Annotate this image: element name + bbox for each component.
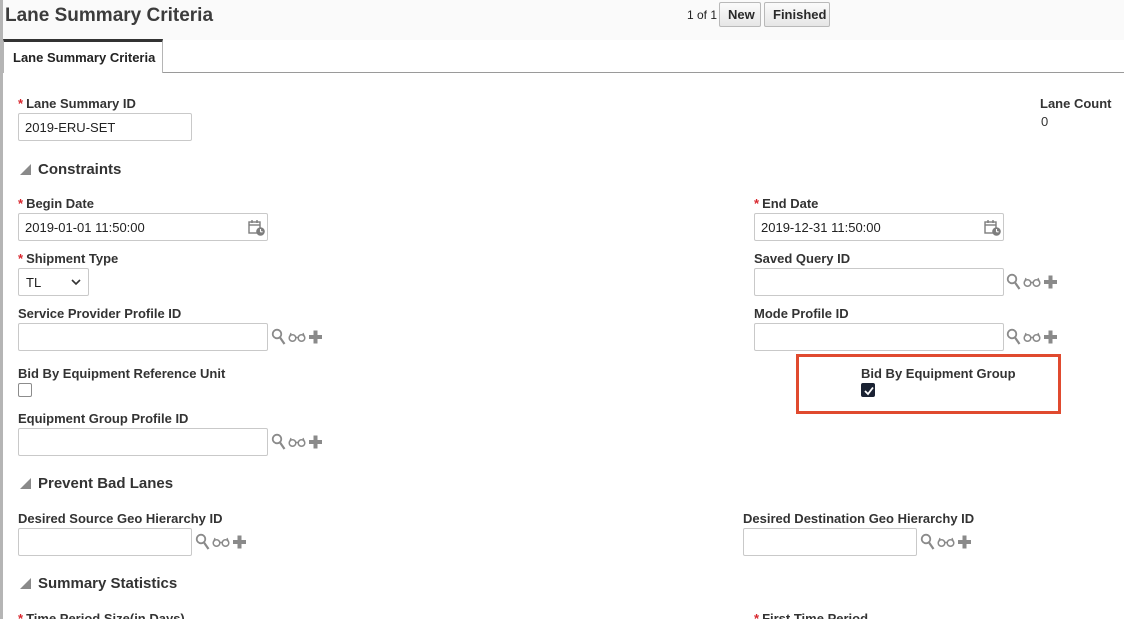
tab-lane-summary-criteria[interactable]: Lane Summary Criteria <box>3 39 163 73</box>
plus-icon[interactable] <box>308 328 323 346</box>
shipment-type-label: * Shipment Type <box>18 251 119 266</box>
highlight-box <box>796 354 1061 414</box>
desired-destination-geo-hierarchy-id-input[interactable] <box>743 528 917 556</box>
required-marker: * <box>754 611 760 619</box>
bid-by-equipment-reference-unit-checkbox[interactable] <box>18 383 32 397</box>
plus-icon[interactable] <box>232 533 247 551</box>
shipment-type-value: TL <box>26 275 42 290</box>
plus-icon[interactable] <box>308 433 323 451</box>
glasses-icon[interactable] <box>288 433 306 451</box>
desired-destination-geo-hierarchy-id-label: Desired Destination Geo Hierarchy ID <box>743 511 975 526</box>
search-icon[interactable] <box>195 533 210 551</box>
chevron-down-icon <box>71 279 81 286</box>
new-button[interactable]: New <box>719 2 761 27</box>
desired-source-geo-hierarchy-id-label: Desired Source Geo Hierarchy ID <box>18 511 223 526</box>
mode-profile-id-tools <box>1006 328 1058 348</box>
section-constraints[interactable]: Constraints <box>20 161 121 178</box>
search-icon[interactable] <box>271 328 286 346</box>
first-time-period-label: * First Time Period <box>754 611 868 619</box>
desired-source-geo-hierarchy-id-input[interactable] <box>18 528 192 556</box>
equipment-group-profile-id-label: Equipment Group Profile ID <box>18 411 189 426</box>
end-date-input[interactable]: 2019-12-31 11:50:00 <box>754 213 1004 241</box>
left-border <box>0 0 3 619</box>
service-provider-profile-id-input[interactable] <box>18 323 268 351</box>
required-marker: * <box>18 611 24 619</box>
end-date-label: * End Date <box>754 196 819 211</box>
saved-query-id-tools <box>1006 273 1058 293</box>
calendar-icon[interactable] <box>984 219 1002 237</box>
calendar-icon[interactable] <box>248 219 266 237</box>
lane-count-label: Lane Count <box>1040 96 1112 111</box>
glasses-icon[interactable] <box>937 533 955 551</box>
required-marker: * <box>18 251 24 266</box>
required-marker: * <box>754 196 760 211</box>
service-provider-profile-id-label: Service Provider Profile ID <box>18 306 182 321</box>
bid-by-equipment-group-checkbox[interactable] <box>861 383 875 397</box>
search-icon[interactable] <box>271 433 286 451</box>
glasses-icon[interactable] <box>1023 273 1041 291</box>
search-icon[interactable] <box>920 533 935 551</box>
page-header: Lane Summary Criteria 1 of 1 New Finishe… <box>0 0 1124 40</box>
plus-icon[interactable] <box>1043 273 1058 291</box>
desired-source-geo-hierarchy-id-tools <box>195 533 247 553</box>
triangle-collapse-icon <box>20 578 31 589</box>
search-icon[interactable] <box>1006 328 1021 346</box>
page-title: Lane Summary Criteria <box>5 5 214 26</box>
required-marker: * <box>18 96 24 111</box>
tab-divider <box>163 72 1124 73</box>
checkmark-icon <box>864 386 874 396</box>
lane-summary-id-label: * Lane Summary ID <box>18 96 136 111</box>
glasses-icon[interactable] <box>1023 328 1041 346</box>
mode-profile-id-label: Mode Profile ID <box>754 306 849 321</box>
time-period-size-label: * Time Period Size(in Days) <box>18 611 185 619</box>
bid-by-equipment-reference-unit-label: Bid By Equipment Reference Unit <box>18 366 226 381</box>
glasses-icon[interactable] <box>288 328 306 346</box>
plus-icon[interactable] <box>1043 328 1058 346</box>
service-provider-profile-id-tools <box>271 328 323 348</box>
saved-query-id-label: Saved Query ID <box>754 251 851 266</box>
saved-query-id-input[interactable] <box>754 268 1004 296</box>
triangle-collapse-icon <box>20 478 31 489</box>
pager-text: 1 of 1 <box>687 8 718 22</box>
search-icon[interactable] <box>1006 273 1021 291</box>
lane-summary-id-input[interactable]: 2019-ERU-SET <box>18 113 192 141</box>
page: Lane Summary Criteria 1 of 1 New Finishe… <box>0 0 1124 619</box>
desired-destination-geo-hierarchy-id-tools <box>920 533 972 553</box>
finished-button[interactable]: Finished <box>764 2 830 27</box>
equipment-group-profile-id-tools <box>271 433 323 453</box>
plus-icon[interactable] <box>957 533 972 551</box>
required-marker: * <box>18 196 24 211</box>
section-summary-statistics[interactable]: Summary Statistics <box>20 575 177 592</box>
shipment-type-select[interactable]: TL <box>18 268 89 296</box>
lane-count-value: 0 <box>1041 114 1049 129</box>
mode-profile-id-input[interactable] <box>754 323 1004 351</box>
triangle-collapse-icon <box>20 164 31 175</box>
tab-label: Lane Summary Criteria <box>13 50 156 65</box>
begin-date-label: * Begin Date <box>18 196 94 211</box>
section-prevent-bad-lanes[interactable]: Prevent Bad Lanes <box>20 475 173 492</box>
bid-by-equipment-group-label: Bid By Equipment Group <box>861 366 1016 381</box>
glasses-icon[interactable] <box>212 533 230 551</box>
equipment-group-profile-id-input[interactable] <box>18 428 268 456</box>
begin-date-input[interactable]: 2019-01-01 11:50:00 <box>18 213 268 241</box>
